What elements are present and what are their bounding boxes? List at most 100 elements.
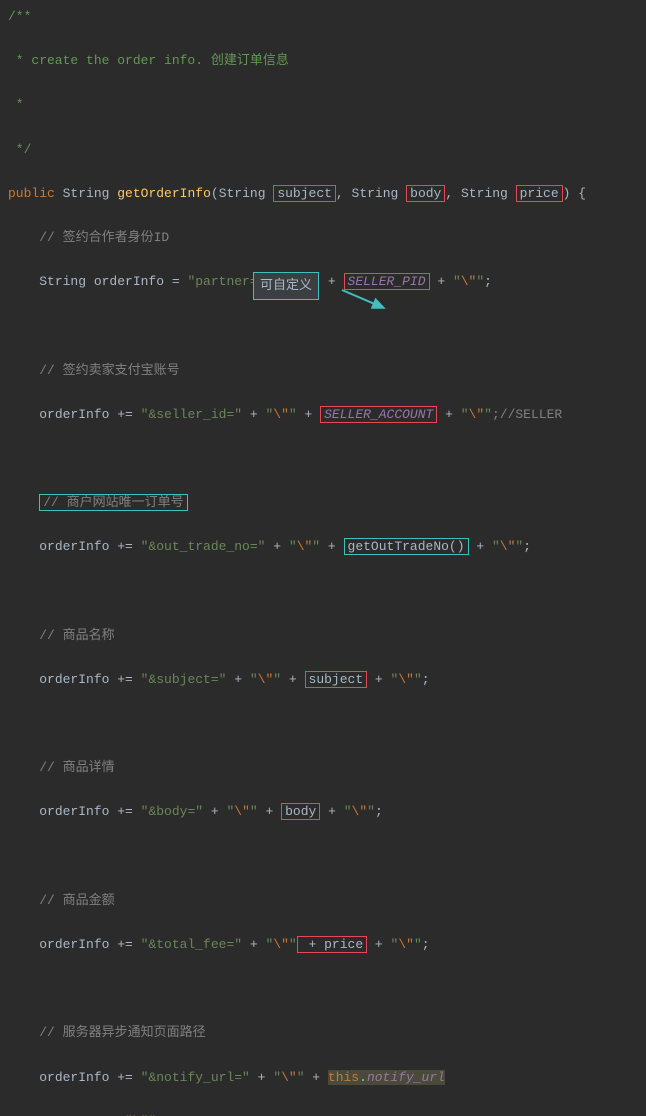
q: "\"" — [492, 539, 523, 554]
code-line-6[interactable]: orderInfo += "&total_fee=" + "\"" + pric… — [8, 934, 638, 956]
code-line-c1[interactable]: // 签约合作者身份ID — [8, 227, 638, 249]
string-sellerid: "&seller_id=" — [141, 407, 242, 422]
q: "\"" — [125, 1114, 156, 1116]
assign: orderInfo += — [39, 672, 140, 687]
semi: ; — [422, 937, 430, 952]
code-line-c5[interactable]: // 商品详情 — [8, 757, 638, 779]
plus: + — [320, 539, 343, 554]
blank — [8, 448, 638, 470]
string-body: "&body=" — [141, 804, 203, 819]
assign: orderInfo += — [39, 1070, 140, 1085]
code-line-7b[interactable]: + "\""; — [8, 1111, 638, 1116]
comment-2: // 签约卖家支付宝账号 — [39, 363, 179, 378]
this-keyword: this — [328, 1070, 359, 1085]
tail-comment: ;//SELLER — [492, 407, 562, 422]
param-type-3: String — [461, 186, 508, 201]
plus-price-box: + price — [297, 936, 367, 953]
q: "\"" — [461, 407, 492, 422]
plus: + — [297, 407, 320, 422]
param-subject: subject — [273, 185, 336, 202]
q: "\"" — [265, 407, 296, 422]
string-subject: "&subject=" — [141, 672, 227, 687]
code-line-c4[interactable]: // 商品名称 — [8, 625, 638, 647]
var-body: body — [281, 803, 320, 820]
plus: + — [102, 1114, 125, 1116]
string-notifyurl: "&notify_url=" — [141, 1070, 250, 1085]
assign: orderInfo += — [39, 804, 140, 819]
comment-1: // 签约合作者身份ID — [39, 230, 169, 245]
field-seller-account: SELLER_ACCOUNT — [320, 406, 437, 423]
method-name: getOrderInfo — [117, 186, 211, 201]
comment-4: // 商品名称 — [39, 628, 114, 643]
param-body: body — [406, 185, 445, 202]
semi: ; — [422, 672, 430, 687]
field-notify-url: notify_url — [367, 1070, 445, 1085]
blank — [8, 315, 638, 337]
code-line-c6[interactable]: // 商品金额 — [8, 890, 638, 912]
plus: + — [226, 672, 249, 687]
plus: + — [203, 804, 226, 819]
assign: orderInfo += — [39, 539, 140, 554]
var-subject: subject — [305, 671, 368, 688]
param-price: price — [516, 185, 563, 202]
plus: + — [242, 937, 265, 952]
doc-line1: * create the order info. 创建订单信息 — [8, 50, 638, 72]
code-line-c7[interactable]: // 服务器异步通知页面路径 — [8, 1022, 638, 1044]
code-line-7[interactable]: orderInfo += "&notify_url=" + "\"" + thi… — [8, 1067, 638, 1089]
q: "\"" — [391, 672, 422, 687]
brace-open: { — [578, 186, 586, 201]
q: "\"" — [289, 539, 320, 554]
q: "\"" — [453, 274, 484, 289]
comment-3: // 商户网站唯一订单号 — [39, 494, 187, 511]
plus: + — [242, 407, 265, 422]
code-line-2[interactable]: orderInfo += "&seller_id=" + "\"" + SELL… — [8, 404, 638, 426]
plus: + — [305, 1070, 328, 1085]
annotation-custom: 可自定义 — [253, 272, 319, 300]
plus: + — [258, 804, 281, 819]
q: "\"" — [265, 937, 296, 952]
plus: + — [469, 539, 492, 554]
code-line-5[interactable]: orderInfo += "&body=" + "\"" + body + "\… — [8, 801, 638, 823]
assign: orderInfo += — [39, 407, 140, 422]
plus: + — [281, 672, 304, 687]
plus: + — [367, 672, 390, 687]
field-seller-pid: SELLER_PID — [344, 273, 430, 290]
blank — [8, 846, 638, 868]
plus: + — [320, 274, 343, 289]
semi: ; — [523, 539, 531, 554]
doc-line2: * — [8, 94, 638, 116]
blank — [8, 580, 638, 602]
q: "\"" — [226, 804, 257, 819]
assign: orderInfo += — [39, 937, 140, 952]
doc-open: /** — [8, 6, 638, 28]
q: "\"" — [391, 937, 422, 952]
plus: + — [367, 937, 390, 952]
plus: + — [265, 539, 288, 554]
q: "\"" — [250, 672, 281, 687]
plus: + — [250, 1070, 273, 1085]
keyword-public: public — [8, 186, 55, 201]
plus: + — [430, 274, 453, 289]
var-price: price — [324, 937, 363, 952]
string-totalfee: "&total_fee=" — [141, 937, 242, 952]
q: "\"" — [344, 804, 375, 819]
doc-close: */ — [8, 139, 638, 161]
code-line-c3[interactable]: // 商户网站唯一订单号 — [8, 492, 638, 514]
method-signature[interactable]: public String getOrderInfo(String subjec… — [8, 183, 638, 205]
comment-6: // 商品金额 — [39, 893, 114, 908]
plus: + — [437, 407, 460, 422]
comment-5: // 商品详情 — [39, 760, 114, 775]
comment-7: // 服务器异步通知页面路径 — [39, 1025, 205, 1040]
call-getouttradeno: getOutTradeNo() — [344, 538, 469, 555]
code-line-4[interactable]: orderInfo += "&subject=" + "\"" + subjec… — [8, 669, 638, 691]
blank — [8, 713, 638, 735]
code-line-1[interactable]: String orderInfo = "partner=" + "\"" + S… — [8, 271, 638, 293]
q: "\"" — [273, 1070, 304, 1085]
semi: ; — [156, 1114, 164, 1116]
code-line-c2[interactable]: // 签约卖家支付宝账号 — [8, 360, 638, 382]
code-line-3[interactable]: orderInfo += "&out_trade_no=" + "\"" + g… — [8, 536, 638, 558]
semi: ; — [484, 274, 492, 289]
semi: ; — [375, 804, 383, 819]
string-tradeno: "&out_trade_no=" — [141, 539, 266, 554]
return-type: String — [63, 186, 110, 201]
